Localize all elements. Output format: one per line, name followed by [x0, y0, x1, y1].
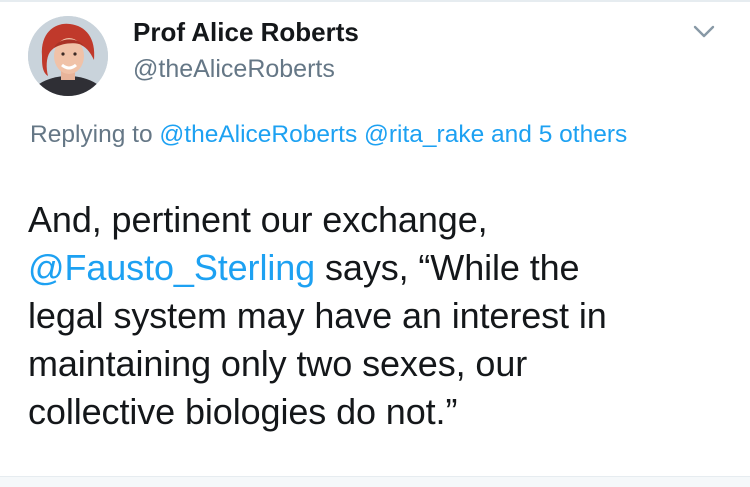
chevron-down-icon[interactable]	[690, 18, 718, 46]
reply-others-link[interactable]: and 5 others	[491, 121, 627, 148]
reply-mention-thealiceroberts[interactable]: @theAliceRoberts	[159, 121, 357, 148]
tweet-text-line-3: legal system may have an interest in	[28, 295, 607, 336]
tweet-card: Prof Alice Roberts @theAliceRoberts Repl…	[0, 0, 750, 487]
top-divider	[0, 0, 750, 2]
avatar[interactable]	[28, 16, 108, 96]
author-handle[interactable]: @theAliceRoberts	[133, 55, 335, 84]
mention-fausto-sterling[interactable]: @Fausto_Sterling	[28, 247, 315, 288]
replying-to-prefix: Replying to	[30, 121, 160, 148]
tweet-text-line-1: And, pertinent our exchange,	[28, 199, 488, 240]
tweet-text: And, pertinent our exchange, @Fausto_Ste…	[28, 196, 728, 436]
author-display-name[interactable]: Prof Alice Roberts	[133, 17, 359, 48]
tweet-text-line-2-rest: says, “While the	[315, 247, 580, 288]
tweet-text-line-4: maintaining only two sexes, our	[28, 343, 528, 384]
bottom-divider	[0, 476, 750, 487]
replying-to-line: Replying to @theAliceRoberts @rita_rake …	[30, 116, 680, 153]
tweet-text-line-2: @Fausto_Sterling says, “While the	[28, 244, 728, 292]
tweet-text-line-5: collective biologies do not.”	[28, 391, 458, 432]
profile-photo-icon	[28, 16, 108, 96]
reply-mention-rita-rake[interactable]: @rita_rake	[364, 121, 484, 148]
